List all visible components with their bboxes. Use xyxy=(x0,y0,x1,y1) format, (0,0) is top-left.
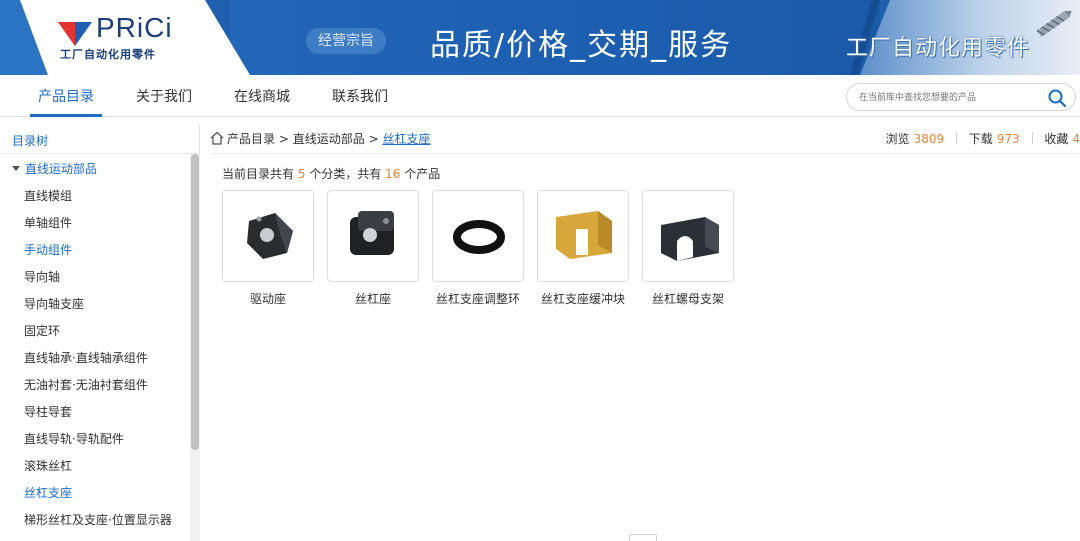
tree-item[interactable]: 单轴组件 xyxy=(24,214,72,231)
tree-item[interactable]: 导向轴 xyxy=(24,268,60,285)
scrollbar-thumb[interactable] xyxy=(191,154,199,450)
stats-bar: 浏览 3809 下载 973 收藏 4 xyxy=(886,128,1080,150)
nav-item-contact-us[interactable]: 联系我们 xyxy=(332,75,388,117)
pagination-control[interactable] xyxy=(629,534,657,541)
product-label[interactable]: 驱动座 xyxy=(220,290,316,307)
views-label: 浏览 xyxy=(885,132,910,146)
product-label[interactable]: 丝杠座 xyxy=(325,290,421,307)
product-card-buffer-block[interactable]: 丝杠支座缓冲块 xyxy=(535,190,631,307)
nav-item-about-us[interactable]: 关于我们 xyxy=(136,75,192,117)
product-card-nut-bracket[interactable]: 丝杠螺母支架 xyxy=(640,190,736,307)
product-label[interactable]: 丝杠支座调整环 xyxy=(430,290,526,307)
tree-item[interactable]: 固定环 xyxy=(24,322,60,339)
tree-item[interactable]: 直线模组 xyxy=(24,187,72,204)
divider xyxy=(210,153,1080,154)
views-count: 3809 xyxy=(913,132,945,146)
breadcrumb-level1[interactable]: 直线运动部品 xyxy=(293,132,365,146)
tree-parent-linear-motion[interactable]: 直线运动部品 xyxy=(12,160,97,177)
downloads-label: 下载 xyxy=(968,132,993,146)
drill-bit-icon xyxy=(1036,10,1072,38)
adjust-ring-image xyxy=(453,220,505,254)
product-card-drive-seat[interactable]: 驱动座 xyxy=(220,190,316,307)
product-thumbnail[interactable] xyxy=(222,190,314,282)
nut-bracket-image xyxy=(661,217,719,261)
tree-item[interactable]: 梯形丝杠及支座·位置显示器 xyxy=(24,511,172,528)
nav-item-online-mall[interactable]: 在线商城 xyxy=(234,75,290,117)
product-card-screw-seat[interactable]: 丝杠座 xyxy=(325,190,421,307)
tree-item[interactable]: 无油衬套·无油衬套组件 xyxy=(24,376,148,393)
screw-seat-image xyxy=(350,211,394,255)
product-thumbnail[interactable] xyxy=(642,190,734,282)
favorites-count: 4 xyxy=(1072,132,1080,146)
sidebar-header: 目录树 xyxy=(0,124,200,154)
product-label[interactable]: 丝杠支座缓冲块 xyxy=(535,290,631,307)
main-nav: 产品目录 关于我们 在线商城 联系我们 xyxy=(0,75,1080,117)
breadcrumb-separator: > xyxy=(278,132,289,146)
buffer-block-image xyxy=(556,211,612,259)
banner-right-text: 工厂自动化用零件 xyxy=(846,36,1031,61)
mission-badge: 经营宗旨 xyxy=(306,28,386,54)
divider xyxy=(955,132,957,144)
banner-slogan: 品质/价格_交期_服务 xyxy=(430,28,733,63)
search-icon[interactable] xyxy=(1047,88,1067,108)
summary-suffix: 个产品 xyxy=(404,167,441,181)
summary-prefix: 当前目录共有 xyxy=(222,167,295,181)
breadcrumb: 产品目录 > 直线运动部品 > 丝杠支座 xyxy=(210,128,430,150)
search-input[interactable] xyxy=(859,88,1039,108)
header-banner: PRiCi 工厂自动化用零件 经营宗旨 品质/价格_交期_服务 工厂自动化用零件 xyxy=(0,0,1080,75)
product-thumbnail[interactable] xyxy=(537,190,629,282)
tree-item-selected[interactable]: 丝杠支座 xyxy=(24,484,72,501)
tree-item[interactable]: 手动组件 xyxy=(24,241,72,258)
nav-item-product-catalog[interactable]: 产品目录 xyxy=(30,75,102,117)
product-count: 16 xyxy=(385,167,401,181)
tree-item[interactable]: 直线导轨·导轨配件 xyxy=(24,430,124,447)
breadcrumb-separator: > xyxy=(368,132,379,146)
category-summary: 当前目录共有 5 个分类，共有 16 个产品 xyxy=(222,165,440,182)
tree-item[interactable]: 滚珠丝杠 xyxy=(24,457,72,474)
sidebar-title: 目录树 xyxy=(12,134,49,148)
breadcrumb-root[interactable]: 产品目录 xyxy=(227,132,275,146)
favorites-label[interactable]: 收藏 xyxy=(1044,132,1068,146)
home-icon[interactable] xyxy=(210,131,224,145)
logo-icon xyxy=(58,22,92,46)
caret-down-icon xyxy=(12,166,20,171)
logo-subtitle: 工厂自动化用零件 xyxy=(60,48,156,61)
product-label[interactable]: 丝杠螺母支架 xyxy=(640,290,736,307)
downloads-count: 973 xyxy=(996,132,1020,146)
tree-item[interactable]: 导柱导套 xyxy=(24,403,72,420)
search-box xyxy=(846,83,1076,111)
drive-seat-image xyxy=(247,213,293,259)
sidebar: 目录树 直线运动部品 直线模组 单轴组件 手动组件 导向轴 导向轴支座 固定环 … xyxy=(0,124,200,541)
product-thumbnail[interactable] xyxy=(327,190,419,282)
tree-item[interactable]: 直线轴承·直线轴承组件 xyxy=(24,349,148,366)
product-card-adjust-ring[interactable]: 丝杠支座调整环 xyxy=(430,190,526,307)
tree-item[interactable]: 导向轴支座 xyxy=(24,295,84,312)
logo-text: PRiCi xyxy=(96,12,173,43)
divider xyxy=(1031,132,1033,144)
summary-middle: 个分类，共有 xyxy=(309,167,382,181)
tree-parent-label: 直线运动部品 xyxy=(25,162,98,176)
breadcrumb-current[interactable]: 丝杠支座 xyxy=(382,132,430,146)
product-thumbnail[interactable] xyxy=(432,190,524,282)
category-count: 5 xyxy=(297,167,306,181)
sidebar-scrollbar[interactable] xyxy=(190,154,200,541)
